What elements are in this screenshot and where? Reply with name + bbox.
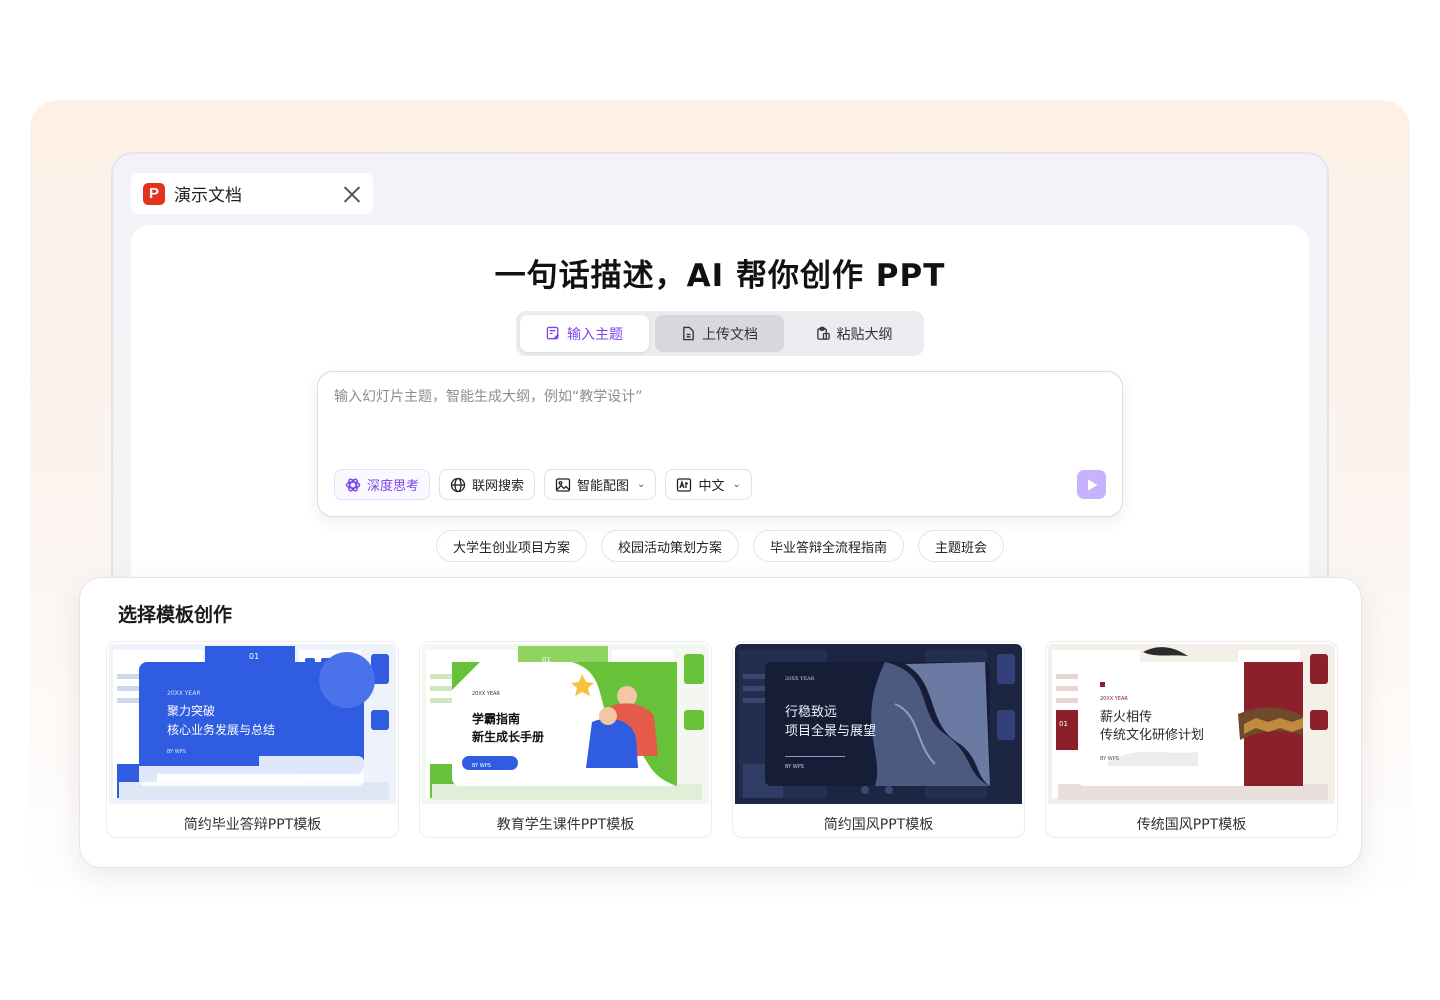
suggestion-chip[interactable]: 大学生创业项目方案	[435, 530, 587, 562]
template-thumbnail: 20XX YEAR 学霸指南 新生成长手册 BY WPS 01	[422, 644, 709, 804]
slide-title-line1: 学霸指南	[472, 712, 521, 726]
send-icon	[1087, 479, 1097, 490]
slide-by: BY WPS	[1100, 756, 1119, 762]
template-label: 简约毕业答辩PPT模板	[183, 817, 322, 833]
globe-icon	[450, 477, 466, 492]
close-icon[interactable]	[343, 185, 361, 203]
deep-think-icon	[345, 477, 361, 492]
slide-title-line2: 核心业务发展与总结	[167, 723, 276, 737]
slide-by: BY WPS	[472, 763, 491, 769]
prompt-box: 深度思考 联网搜索 智能配图 ⌄ 中文	[317, 371, 1123, 517]
tab-title: 演示文档	[174, 186, 242, 206]
chevron-down-icon: ⌄	[637, 479, 646, 490]
mode-switch: 输入主题 上传文档 粘贴大纲	[516, 311, 924, 356]
language-dropdown[interactable]: 中文 ⌄	[665, 469, 752, 500]
slide-title-line2: 传统文化研修计划	[1100, 728, 1205, 743]
slide-title-line1: 聚力突破	[167, 704, 216, 718]
template-grid: 20XX YEAR 聚力突破 核心业务发展与总结 BY WPS 01 简约毕业答…	[106, 641, 1338, 838]
template-label: 简约国风PPT模板	[823, 817, 934, 833]
slide-year: 20XX YEAR	[1100, 696, 1128, 702]
chevron-down-icon: ⌄	[732, 479, 741, 490]
template-label: 传统国风PPT模板	[1136, 817, 1247, 833]
document-icon	[683, 326, 694, 341]
suggestion-row: 大学生创业项目方案 校园活动策划方案 毕业答辩全流程指南 主题班会	[0, 530, 1440, 562]
topic-edit-icon	[546, 326, 560, 340]
template-card-graduation[interactable]: 20XX YEAR 聚力突破 核心业务发展与总结 BY WPS 01 简约毕业答…	[106, 641, 399, 838]
language-label: 中文	[698, 479, 725, 494]
template-section-title: 选择模板创作	[118, 604, 233, 626]
deep-think-button[interactable]: 深度思考	[334, 469, 431, 500]
suggestion-chip[interactable]: 校园活动策划方案	[600, 530, 739, 562]
mode-tab-label: 输入主题	[567, 326, 623, 343]
template-thumbnail-image	[735, 644, 1022, 804]
language-icon	[677, 477, 692, 492]
slide-title-line1: 薪火相传	[1100, 710, 1153, 725]
mode-tab-topic[interactable]: 输入主题	[520, 315, 649, 352]
topic-input[interactable]	[334, 386, 1104, 446]
slide-page-number: 01	[1059, 720, 1068, 728]
presentation-logo-icon: P	[143, 182, 165, 205]
clipboard-icon	[816, 326, 830, 340]
web-search-button[interactable]: 联网搜索	[439, 469, 536, 500]
page-title: 一句话描述，AI 帮你创作 PPT	[494, 258, 946, 294]
slide-title-line2: 新生成长手册	[472, 730, 545, 744]
suggestion-chip[interactable]: 主题班会	[918, 530, 1005, 562]
web-search-label: 联网搜索	[472, 479, 525, 494]
mode-tab-label: 上传文档	[702, 326, 758, 343]
template-label: 教育学生课件PPT模板	[496, 817, 635, 833]
mode-tab-label: 粘贴大纲	[836, 326, 893, 343]
slide-year: 20XX YEAR	[785, 676, 815, 682]
deep-think-label: 深度思考	[367, 479, 420, 494]
slide-by: BY WPS	[167, 749, 186, 755]
smart-image-dropdown[interactable]: 智能配图 ⌄	[544, 469, 657, 500]
slide-year: 20XX YEAR	[472, 691, 500, 697]
template-card-guofeng-simple[interactable]: 20XX YEAR 行稳致远 项目全景与展望 BY WPS 简约国风PPT模板	[732, 641, 1025, 838]
prompt-toolbar: 深度思考 联网搜索 智能配图 ⌄ 中文 ⌄	[334, 469, 752, 500]
template-thumbnail: 20XX YEAR 行稳致远 项目全景与展望 BY WPS	[735, 644, 1022, 804]
image-icon	[555, 477, 571, 492]
slide-year: 20XX YEAR	[167, 690, 201, 697]
document-tab[interactable]: P 演示文档	[131, 173, 373, 214]
mode-tab-upload[interactable]: 上传文档	[655, 315, 784, 352]
template-thumbnail: 20XX YEAR 聚力突破 核心业务发展与总结 BY WPS 01	[109, 644, 396, 804]
mode-tab-outline[interactable]: 粘贴大纲	[788, 315, 920, 352]
slide-title-line1: 行稳致远	[785, 705, 838, 720]
template-card-education[interactable]: 20XX YEAR 学霸指南 新生成长手册 BY WPS 01 教育学生课件PP…	[419, 641, 712, 838]
template-card-guofeng-traditional[interactable]: 20XX YEAR 薪火相传 传统文化研修计划 BY WPS 01 传统国风PP…	[1045, 641, 1338, 838]
slide-page-number: 01	[249, 652, 260, 661]
template-thumbnail: 20XX YEAR 薪火相传 传统文化研修计划 BY WPS 01	[1048, 644, 1335, 804]
template-panel: 选择模板创作 20XX YEAR 聚力突破 核心业务发展与总结 BY WPS 0…	[79, 577, 1362, 868]
suggestion-chip[interactable]: 毕业答辩全流程指南	[753, 530, 905, 562]
slide-by: BY WPS	[785, 764, 804, 770]
slide-title-line2: 项目全景与展望	[785, 724, 877, 739]
template-thumbnail-image	[422, 644, 709, 804]
smart-image-label: 智能配图	[577, 479, 630, 494]
slide-page-number: 01	[542, 656, 551, 664]
send-button[interactable]	[1077, 470, 1106, 499]
